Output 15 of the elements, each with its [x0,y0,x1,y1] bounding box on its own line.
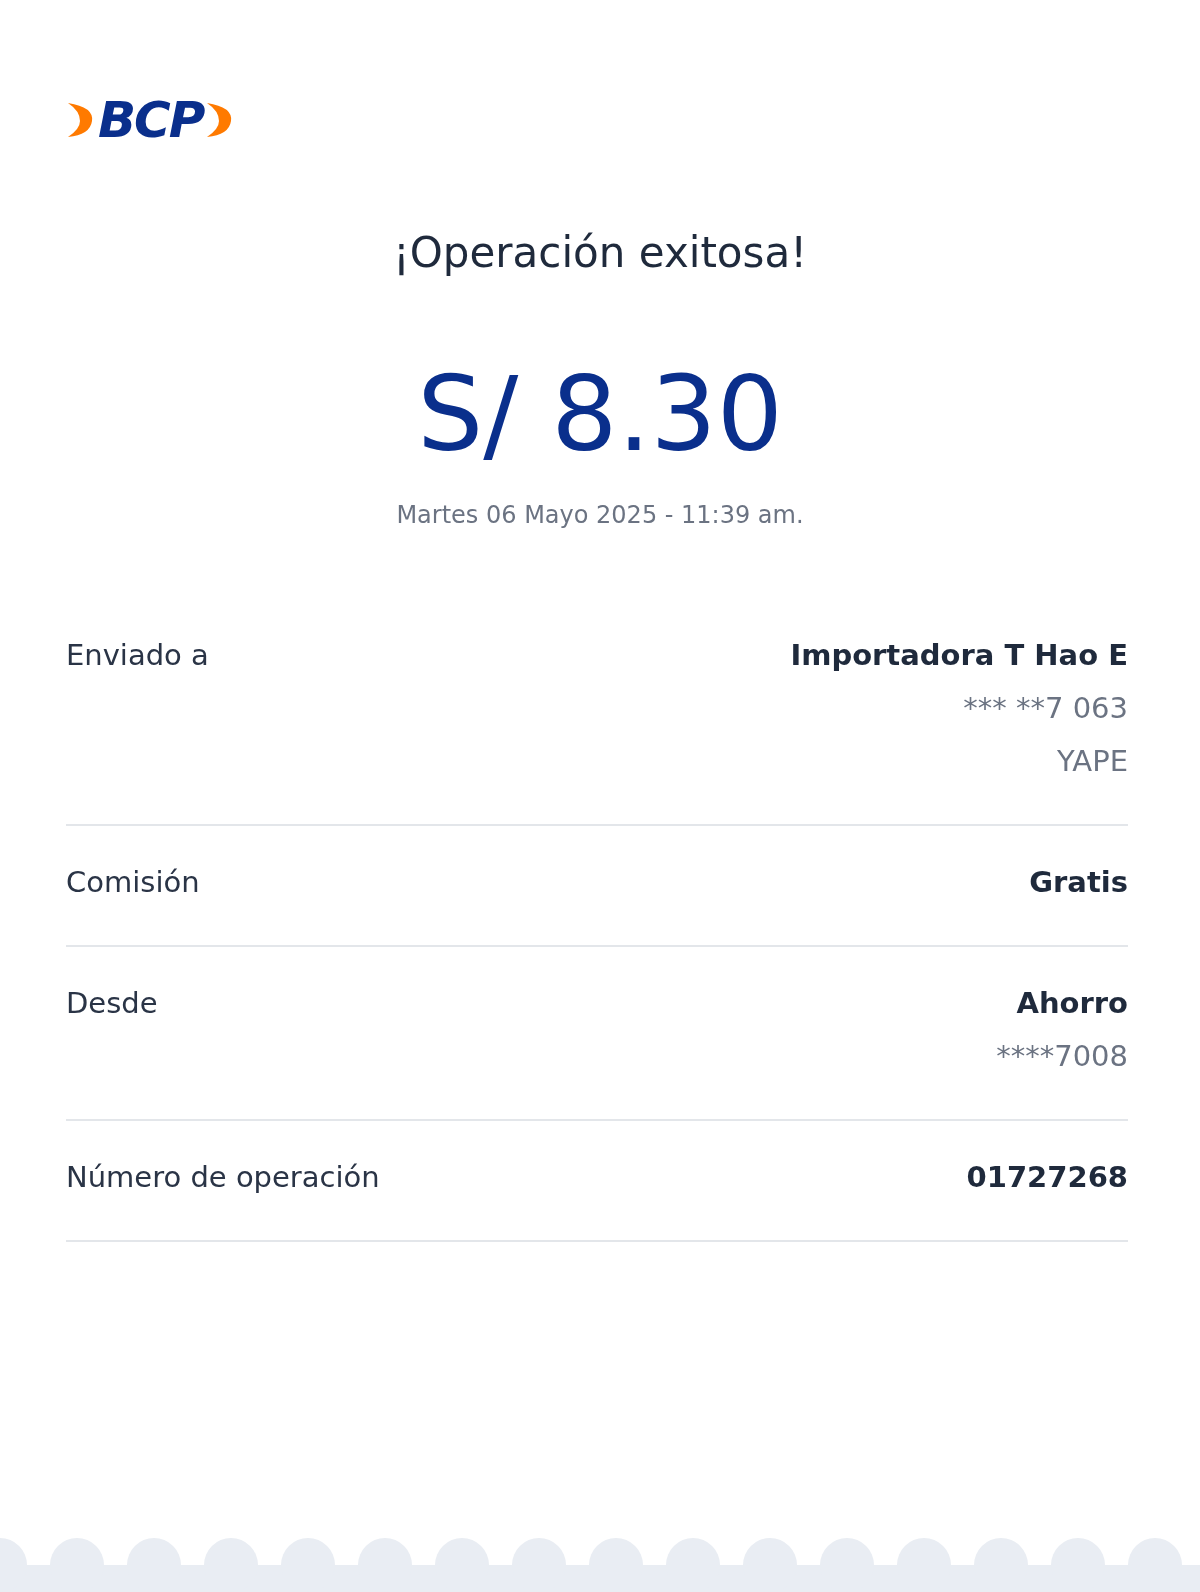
detail-label: Desde [66,985,158,1023]
detail-label: Comisión [66,864,200,902]
detail-value: *** **7 063 [963,690,1128,728]
date-time: Martes 06 Mayo 2025 - 11:39 am. [395,501,805,530]
detail-value: Gratis [1029,864,1128,902]
detail-value: 01727268 [966,1159,1128,1197]
detail-value: ****7008 [996,1038,1128,1076]
detail-label: Enviado a [66,637,209,675]
detail-value: Ahorro [1016,985,1128,1023]
bank-logo: BCP [98,95,204,145]
detail-label: Número de operación [66,1159,380,1197]
detail-value: Importadora T Hao E [790,637,1128,675]
success-title: ¡Operación exitosa! [391,228,809,277]
amount: S/ 8.30 [416,357,784,472]
detail-value: YAPE [1056,743,1128,781]
